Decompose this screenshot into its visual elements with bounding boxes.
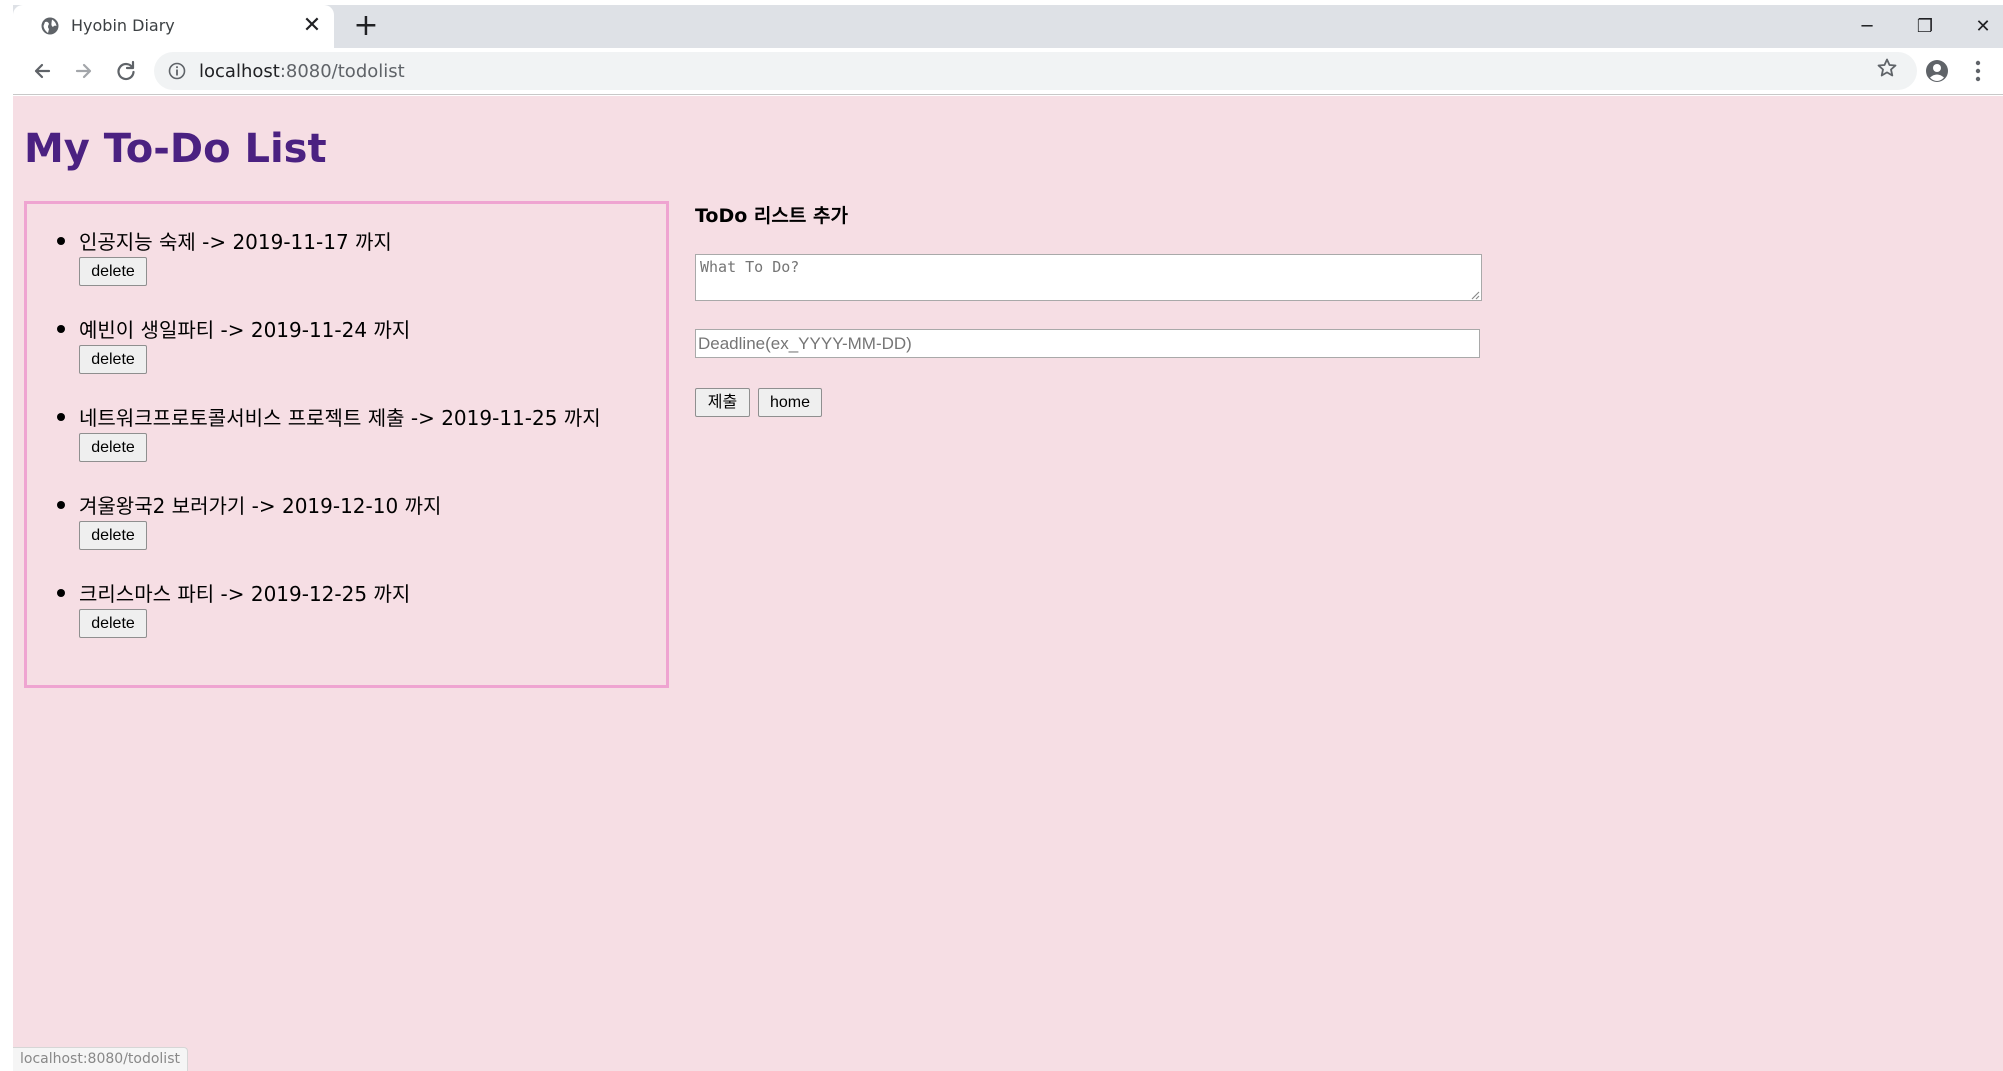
todo-text: 인공지능 숙제 -> 2019-11-17 까지 — [79, 230, 392, 254]
star-icon[interactable] — [1875, 56, 1899, 80]
page-title: My To-Do List — [24, 126, 327, 172]
deadline-input[interactable] — [695, 329, 1480, 358]
page-viewport: My To-Do List 인공지능 숙제 -> 2019-11-17 까지 d… — [13, 96, 2003, 1071]
bullet — [57, 501, 65, 509]
home-button[interactable]: home — [758, 388, 822, 417]
bullet — [57, 413, 65, 421]
restore-button[interactable]: ❐ — [1905, 9, 1945, 45]
form-heading: ToDo 리스트 추가 — [695, 205, 848, 227]
resize-grip-icon[interactable] — [1469, 289, 1480, 300]
what-to-do-input[interactable] — [695, 254, 1482, 301]
delete-button[interactable]: delete — [79, 433, 147, 462]
menu-icon[interactable] — [1973, 58, 1983, 84]
new-tab-button[interactable]: + — [352, 11, 380, 41]
delete-button[interactable]: delete — [79, 257, 147, 286]
forward-icon[interactable] — [69, 56, 99, 86]
account-icon[interactable] — [1924, 58, 1950, 84]
back-icon[interactable] — [27, 56, 57, 86]
bullet — [57, 325, 65, 333]
delete-button[interactable]: delete — [79, 521, 147, 550]
window-left-strip — [0, 0, 13, 1071]
reload-icon[interactable] — [111, 56, 141, 86]
add-todo-form: ToDo 리스트 추가 제출 home — [695, 201, 1495, 421]
tab-close-icon[interactable]: ✕ — [300, 14, 324, 38]
submit-button[interactable]: 제출 — [695, 388, 750, 417]
tab-hyobin-diary[interactable]: Hyobin Diary ✕ — [13, 5, 334, 48]
minimize-button[interactable]: ─ — [1847, 9, 1887, 45]
browser-chrome: Hyobin Diary ✕ + ─ ❐ ✕ localhost:8080/to… — [13, 0, 2003, 96]
url-path: :8080/todolist — [279, 61, 405, 82]
todo-text: 크리스마스 파티 -> 2019-12-25 까지 — [79, 582, 411, 606]
bullet — [57, 589, 65, 597]
info-icon[interactable] — [167, 61, 187, 81]
delete-button[interactable]: delete — [79, 609, 147, 638]
url-text: localhost:8080/todolist — [199, 61, 405, 82]
todo-list-box: 인공지능 숙제 -> 2019-11-17 까지 delete 예빈이 생일파티… — [24, 201, 669, 688]
close-window-button[interactable]: ✕ — [1963, 9, 2003, 45]
address-bar[interactable]: localhost:8080/todolist — [154, 52, 1917, 90]
todo-text: 예빈이 생일파티 -> 2019-11-24 까지 — [79, 318, 411, 342]
todo-text: 겨울왕국2 보러가기 -> 2019-12-10 까지 — [79, 494, 442, 518]
tab-title: Hyobin Diary — [71, 16, 175, 35]
delete-button[interactable]: delete — [79, 345, 147, 374]
bullet — [57, 237, 65, 245]
url-host: localhost — [199, 61, 280, 82]
browser-toolbar: localhost:8080/todolist — [13, 48, 2003, 95]
todo-text: 네트워크프로토콜서비스 프로젝트 제출 -> 2019-11-25 까지 — [79, 406, 601, 430]
globe-icon — [41, 17, 59, 35]
tab-bar: Hyobin Diary ✕ + ─ ❐ ✕ — [13, 5, 2003, 48]
status-bar-url: localhost:8080/todolist — [13, 1047, 188, 1071]
